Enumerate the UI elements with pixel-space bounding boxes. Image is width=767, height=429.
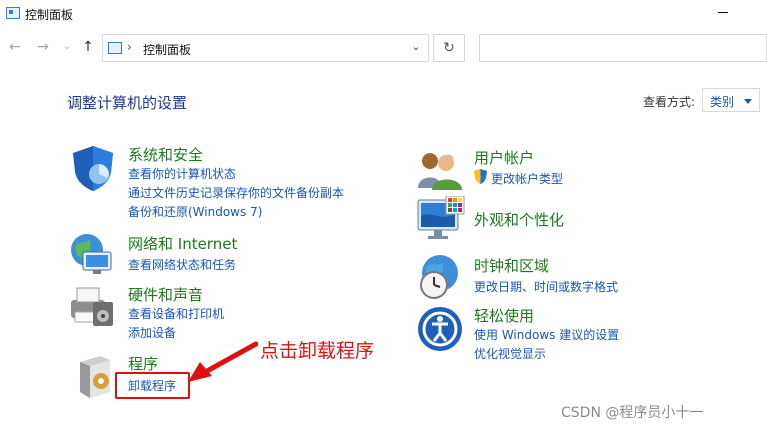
shield-icon (73, 146, 113, 191)
minimize-button[interactable] (704, 0, 744, 26)
view-by-select[interactable]: 类别 (702, 88, 760, 112)
programs-box-icon (80, 356, 110, 398)
annotation-arrow-icon (188, 341, 258, 382)
search-input[interactable] (479, 34, 767, 62)
category-user-accounts[interactable]: 用户帐户 (474, 147, 534, 168)
breadcrumb-separator: › (127, 40, 132, 54)
link-backup-restore[interactable]: 备份和还原(Windows 7) (128, 203, 262, 220)
category-programs[interactable]: 程序 (128, 353, 158, 374)
category-appearance[interactable]: 外观和个性化 (474, 209, 564, 230)
recent-dropdown-icon[interactable]: ⌄ (58, 38, 76, 56)
navigation-bar: ← → ⌄ ↑ › 控制面板 ⌄ ↻ (0, 32, 767, 64)
users-icon (418, 153, 462, 190)
window-title: 控制面板 (25, 8, 74, 22)
page-title: 调整计算机的设置 (67, 94, 188, 112)
category-ease-of-access[interactable]: 轻松使用 (474, 305, 534, 326)
watermark: CSDN @程序员小十一 (561, 405, 704, 421)
chevron-down-icon[interactable]: ⌄ (410, 41, 422, 53)
monitor-palette-icon (417, 196, 465, 239)
link-change-account-type[interactable]: 更改帐户类型 (491, 170, 563, 187)
view-by-value: 类别 (710, 95, 735, 109)
annotation-text: 点击卸载程序 (260, 340, 375, 362)
clock-globe-icon (420, 255, 458, 299)
link-view-computer-status[interactable]: 查看你的计算机状态 (128, 165, 236, 182)
link-devices-printers[interactable]: 查看设备和打印机 (128, 305, 224, 322)
link-optimize-visual-display[interactable]: 优化视觉显示 (474, 345, 546, 362)
category-clock-region[interactable]: 时钟和区域 (474, 255, 549, 276)
link-windows-recommended-settings[interactable]: 使用 Windows 建议的设置 (474, 326, 619, 343)
link-network-status[interactable]: 查看网络状态和任务 (128, 256, 236, 273)
title-bar: 控制面板 (0, 0, 767, 30)
view-by-label: 查看方式: (643, 95, 696, 109)
network-globe-icon (71, 234, 112, 274)
refresh-icon[interactable]: ↻ (433, 34, 465, 62)
category-system-security[interactable]: 系统和安全 (128, 144, 203, 165)
up-arrow-icon[interactable]: ↑ (79, 38, 97, 56)
category-hardware-sound[interactable]: 硬件和声音 (128, 284, 203, 305)
printer-icon (71, 287, 113, 326)
control-panel-icon (6, 7, 20, 19)
breadcrumb-control-panel[interactable]: 控制面板 (143, 41, 191, 58)
control-panel-icon (108, 42, 122, 54)
uac-shield-icon (474, 169, 487, 184)
chevron-down-icon (744, 99, 752, 104)
link-change-date-time-format[interactable]: 更改日期、时间或数字格式 (474, 278, 618, 295)
highlight-box (115, 372, 190, 399)
forward-arrow-icon[interactable]: → (34, 38, 52, 56)
ease-of-access-icon (418, 307, 462, 351)
link-file-history[interactable]: 通过文件历史记录保存你的文件备份副本 (128, 184, 344, 201)
category-network[interactable]: 网络和 Internet (128, 233, 237, 254)
back-arrow-icon[interactable]: ← (6, 38, 24, 56)
address-bar[interactable]: › 控制面板 ⌄ (102, 34, 429, 62)
link-add-device[interactable]: 添加设备 (128, 324, 176, 341)
